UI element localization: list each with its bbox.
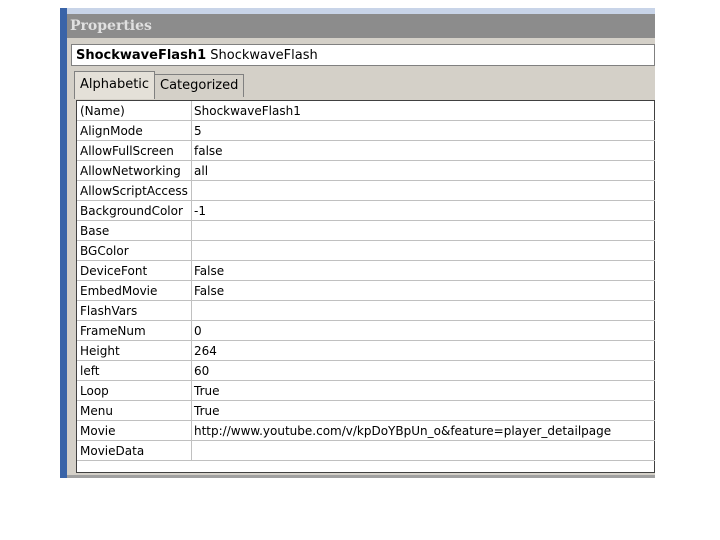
column-divider (191, 281, 192, 301)
property-value[interactable]: ShockwaveFlash1 (194, 101, 301, 121)
bottom-border (67, 475, 655, 478)
object-type: ShockwaveFlash (210, 48, 318, 63)
property-row[interactable]: BackgroundColor -1 (77, 201, 655, 221)
property-row[interactable]: Height 264 (77, 341, 655, 361)
property-name: Base (80, 224, 110, 238)
property-value[interactable]: False (194, 261, 224, 281)
column-divider (191, 341, 192, 361)
property-row[interactable]: (Name) ShockwaveFlash1 (77, 101, 655, 121)
column-divider (191, 221, 192, 241)
column-divider (191, 181, 192, 201)
property-value[interactable]: http://www.youtube.com/v/kpDoYBpUn_o&fea… (194, 421, 611, 441)
property-value[interactable]: 60 (194, 361, 209, 381)
properties-window: Properties ShockwaveFlash1 ShockwaveFlas… (60, 8, 655, 478)
property-name: BGColor (80, 244, 129, 258)
column-divider (191, 241, 192, 261)
column-divider (191, 381, 192, 401)
property-row[interactable]: Movie http://www.youtube.com/v/kpDoYBpUn_… (77, 421, 655, 441)
property-row[interactable]: left 60 (77, 361, 655, 381)
property-name: Menu (80, 404, 113, 418)
property-name: FrameNum (80, 324, 146, 338)
column-divider (191, 121, 192, 141)
background-strip (60, 8, 67, 478)
column-divider (191, 161, 192, 181)
property-row[interactable]: Loop True (77, 381, 655, 401)
property-name: DeviceFont (80, 264, 148, 278)
property-row[interactable]: AllowFullScreen false (77, 141, 655, 161)
property-value[interactable]: 5 (194, 121, 202, 141)
property-value[interactable]: 264 (194, 341, 217, 361)
property-row[interactable]: Menu True (77, 401, 655, 421)
property-row[interactable]: BGColor (77, 241, 655, 261)
property-row[interactable]: EmbedMovie False (77, 281, 655, 301)
column-divider (191, 421, 192, 441)
column-divider (191, 361, 192, 381)
property-row[interactable]: FlashVars (77, 301, 655, 321)
column-divider (191, 201, 192, 221)
property-name: FlashVars (80, 304, 138, 318)
property-name: (Name) (80, 104, 125, 118)
property-value[interactable]: 0 (194, 321, 202, 341)
object-selector[interactable]: ShockwaveFlash1 ShockwaveFlash (71, 44, 655, 66)
object-name: ShockwaveFlash1 (76, 48, 207, 63)
property-value[interactable]: all (194, 161, 208, 181)
property-value[interactable]: False (194, 281, 224, 301)
column-divider (191, 101, 192, 121)
property-grid: (Name) ShockwaveFlash1 AlignMode 5 AllowFull… (76, 100, 655, 473)
property-value[interactable]: false (194, 141, 223, 161)
property-name: AllowScriptAccess (80, 184, 188, 198)
window-title: Properties (67, 14, 655, 38)
column-divider (191, 301, 192, 321)
property-name: AlignMode (80, 124, 143, 138)
property-name: Loop (80, 384, 109, 398)
property-name: EmbedMovie (80, 284, 158, 298)
tab-categorized[interactable]: Categorized (154, 74, 245, 97)
property-value[interactable]: True (194, 381, 220, 401)
property-row[interactable]: MovieData (77, 441, 655, 461)
column-divider (191, 321, 192, 341)
property-row[interactable]: DeviceFont False (77, 261, 655, 281)
property-value[interactable]: True (194, 401, 220, 421)
column-divider (191, 441, 192, 461)
property-name: AllowNetworking (80, 164, 181, 178)
column-divider (191, 141, 192, 161)
property-row[interactable]: FrameNum 0 (77, 321, 655, 341)
property-name: Movie (80, 424, 116, 438)
property-row[interactable]: Base (77, 221, 655, 241)
property-row[interactable]: AlignMode 5 (77, 121, 655, 141)
column-divider (191, 401, 192, 421)
property-name: Height (80, 344, 120, 358)
property-name: MovieData (80, 444, 145, 458)
property-name: BackgroundColor (80, 204, 183, 218)
property-row[interactable]: AllowNetworking all (77, 161, 655, 181)
tab-alphabetic[interactable]: Alphabetic (74, 71, 156, 99)
property-name: AllowFullScreen (80, 144, 174, 158)
property-row[interactable]: AllowScriptAccess (77, 181, 655, 201)
property-name: left (80, 364, 100, 378)
column-divider (191, 261, 192, 281)
property-value[interactable]: -1 (194, 201, 206, 221)
